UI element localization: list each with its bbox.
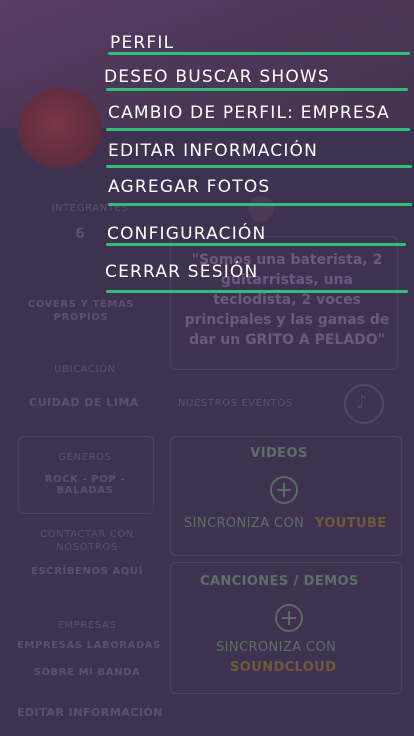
sync-youtube-link[interactable]: YOUTUBE bbox=[315, 516, 387, 531]
menu-divider bbox=[106, 88, 408, 91]
nuestros-eventos[interactable]: NUESTROS EVENTOS bbox=[178, 398, 328, 409]
menu-divider bbox=[106, 243, 406, 246]
menu-item-cambio-perfil[interactable]: CAMBIO DE PERFIL: EMPRESA bbox=[108, 103, 390, 123]
menu-divider bbox=[106, 165, 412, 168]
menu-divider bbox=[106, 290, 408, 293]
menu-item-perfil[interactable]: PERFIL bbox=[110, 33, 174, 53]
editar-info-link[interactable]: EDITAR INFORMACIÓN bbox=[10, 706, 170, 719]
menu-divider bbox=[108, 52, 410, 55]
ubicacion-value: CUIDAD DE LIMA bbox=[29, 396, 139, 409]
escribenos-link[interactable]: ESCRÍBENOS AQUÍ bbox=[20, 566, 154, 577]
menu-item-agregar-fotos[interactable]: AGREGAR FOTOS bbox=[108, 177, 270, 197]
menu-divider bbox=[108, 203, 412, 206]
music-note-icon[interactable]: ♪ bbox=[344, 384, 384, 424]
empresas-value: EMPRESAS LABORADAS bbox=[17, 640, 161, 651]
contacto-label: CONTACTAR CON NOSOTROS bbox=[40, 529, 134, 553]
sync-soundcloud-link[interactable]: SOUNDCLOUD bbox=[230, 660, 336, 675]
genre-type-label: COVERS Y TEMAS PROPIOS bbox=[27, 299, 135, 323]
generos-label: GÉNEROS bbox=[58, 452, 112, 463]
sync-sound-prefix: SINCRONIZA CON bbox=[216, 640, 337, 655]
add-video-icon[interactable] bbox=[270, 476, 298, 504]
menu-item-buscar-shows[interactable]: DESEO BUSCAR SHOWS bbox=[104, 67, 330, 87]
empresas-label: EMPRESAS bbox=[57, 620, 117, 631]
sobre-label: SOBRE MI BANDA bbox=[33, 667, 141, 678]
sync-youtube-prefix: SINCRONIZA CON bbox=[184, 516, 305, 531]
avatar[interactable] bbox=[18, 88, 102, 168]
add-song-icon[interactable] bbox=[275, 604, 303, 632]
edit-photo-icon[interactable] bbox=[248, 196, 274, 222]
menu-item-editar-informacion[interactable]: EDITAR INFORMACIÓN bbox=[108, 141, 318, 161]
ubicacion-label: UBICACIÓN bbox=[54, 364, 116, 375]
generos-value: ROCK - POP - BALADAS bbox=[44, 474, 126, 496]
menu-item-cerrar-sesion[interactable]: CERRAR SESIÓN bbox=[105, 262, 258, 282]
videos-title: VIDEOS bbox=[250, 446, 308, 461]
menu-divider bbox=[106, 128, 410, 131]
canciones-title: CANCIONES / DEMOS bbox=[200, 574, 359, 589]
menu-item-configuracion[interactable]: CONFIGURACIÓN bbox=[107, 224, 266, 244]
